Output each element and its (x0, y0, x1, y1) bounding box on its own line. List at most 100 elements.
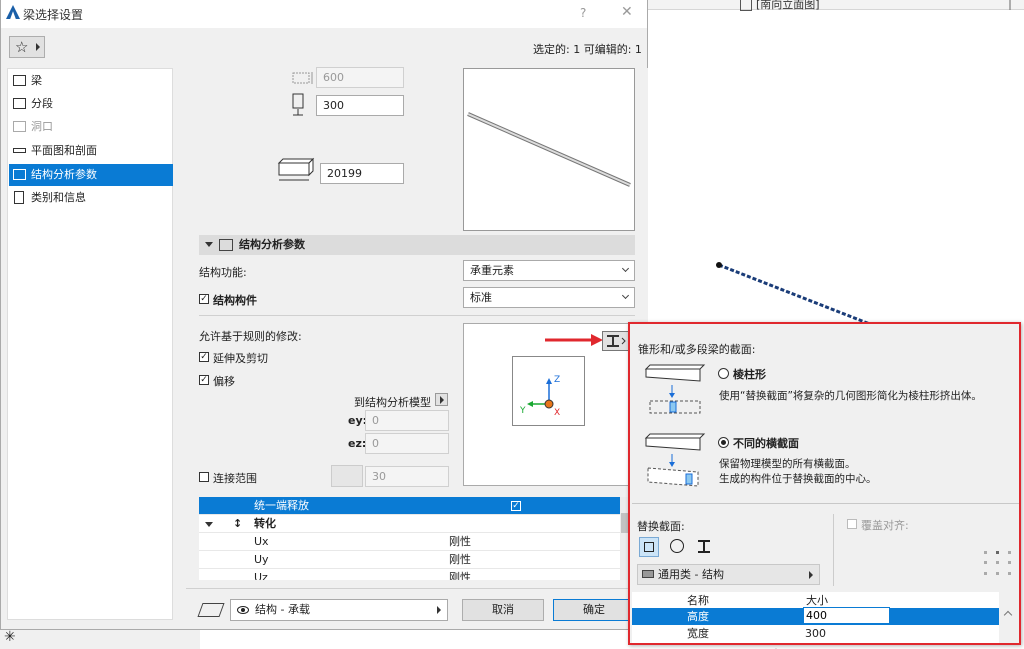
compass-icon: ✳ (4, 629, 16, 645)
selection-info: 选定的: 1 可编辑的: 1 (533, 43, 642, 56)
chevron-down-icon (621, 291, 630, 300)
to-model-label: 到结构分析模型 (354, 396, 431, 409)
connect-range-icon (331, 465, 363, 487)
struct-function-label: 结构功能: (199, 266, 247, 279)
option-varied-desc-2: 生成的构件位于替换截面的中心。 (719, 473, 877, 485)
option-prismatic-title: 棱柱形 (733, 368, 766, 381)
archicad-icon (6, 5, 20, 19)
unified-release-checkbox[interactable]: ✓ (511, 501, 521, 511)
i-shape-button[interactable] (695, 537, 715, 557)
ez-field[interactable]: 0 (365, 433, 449, 454)
offset-label: 偏移 (213, 375, 235, 388)
rectangle-icon (644, 542, 654, 552)
table-row[interactable]: 统一端释放 ✓ (199, 497, 620, 515)
beam-preview (463, 68, 635, 231)
divider (186, 588, 636, 589)
structural-analysis-icon (13, 169, 26, 180)
extend-trim-label: 延伸及剪切 (213, 352, 268, 365)
struct-function-value: 承重元素 (470, 264, 514, 277)
table-row[interactable]: Uy 刚性 (199, 551, 620, 569)
nav-item-segment[interactable]: 分段 (9, 93, 173, 115)
collapse-triangle-icon (205, 242, 213, 247)
eye-icon (237, 606, 249, 614)
favorites-button[interactable]: ☆ (9, 36, 45, 58)
help-button[interactable]: ? (580, 6, 586, 20)
close-button[interactable]: ✕ (621, 4, 633, 20)
nav-item-beam[interactable]: 梁 (9, 70, 173, 92)
divider (632, 503, 1019, 504)
x-axis-label: X (554, 408, 561, 418)
nav-item-label: 结构分析参数 (31, 168, 97, 181)
height-icon (292, 93, 304, 116)
to-model-button[interactable] (435, 393, 448, 406)
plan-section-icon (13, 148, 26, 153)
struct-function-select[interactable]: 承重元素 (463, 260, 635, 281)
table-row[interactable]: Uz 刚性 (199, 569, 620, 580)
beam-icon (13, 75, 26, 86)
row-name: 宽度 (687, 627, 709, 640)
nav-item-label: 类别和信息 (31, 191, 86, 204)
height-field[interactable]: 300 (316, 95, 404, 116)
table-row[interactable]: Ux 刚性 (199, 533, 620, 551)
settings-nav: 梁 分段 洞口 平面图和剖面 结构分析参数 类别和信息 (7, 68, 173, 620)
nav-item-category-info[interactable]: 类别和信息 (9, 187, 173, 209)
connect-range-checkbox[interactable] (199, 472, 209, 482)
layer-select[interactable]: 结构 - 承载 (230, 599, 448, 621)
prismatic-radio[interactable] (718, 368, 729, 379)
rules-label: 允许基于规则的修改: (199, 330, 302, 343)
varied-section-radio[interactable] (718, 437, 729, 448)
nav-item-plan-section[interactable]: 平面图和剖面 (9, 140, 173, 162)
struct-member-label: 结构构件 (213, 294, 257, 307)
connect-range-field[interactable]: 30 (365, 466, 449, 487)
section-header-structural[interactable]: 结构分析参数 (199, 235, 635, 255)
offset-checkbox[interactable]: ✓ (199, 375, 209, 385)
header-name: 名称 (687, 594, 709, 607)
circle-shape-button[interactable] (668, 537, 688, 557)
row-value: 刚性 (449, 571, 471, 580)
circle-icon (670, 539, 684, 553)
extend-trim-checkbox[interactable]: ✓ (199, 352, 209, 362)
i-beam-icon (698, 540, 710, 553)
struct-member-select[interactable]: 标准 (463, 287, 635, 308)
cross-section-button[interactable] (602, 331, 630, 351)
option-varied-title: 不同的横截面 (733, 437, 799, 450)
override-align-checkbox[interactable] (847, 519, 857, 529)
y-axis-label: Y (520, 406, 526, 416)
arrow-right-icon (437, 606, 441, 614)
row-name: Ux (254, 535, 269, 548)
row-value: 300 (805, 627, 826, 640)
i-beam-icon (607, 335, 626, 347)
height-value-input[interactable]: 400 (803, 607, 890, 624)
ok-button[interactable]: 确定 (553, 599, 635, 621)
structural-analysis-icon (219, 239, 233, 251)
nav-item-structural-analysis[interactable]: 结构分析参数 (9, 164, 173, 186)
rectangle-shape-button[interactable] (639, 537, 659, 557)
title-bar: 梁选择设置 ? ✕ (1, 0, 647, 28)
nav-item-label: 梁 (31, 74, 42, 87)
row-name: 转化 (254, 517, 276, 530)
row-value: 刚性 (449, 553, 471, 566)
dialog-title: 梁选择设置 (23, 8, 84, 22)
nav-item-label: 分段 (31, 97, 53, 110)
width-field[interactable]: 600 (316, 67, 404, 88)
profile-select[interactable]: 通用类 - 结构 (637, 564, 820, 585)
table-row[interactable]: ↕ 转化 (199, 515, 620, 533)
varied-section-icon (644, 433, 706, 487)
opening-icon (13, 121, 26, 132)
length-field[interactable]: 20199 (320, 163, 404, 184)
vertical-divider (833, 514, 834, 586)
nav-item-label: 洞口 (31, 120, 53, 133)
connect-range-label: 连接范围 (213, 472, 257, 485)
chevron-down-icon (621, 264, 630, 273)
layer-value: 结构 - 承载 (255, 603, 310, 616)
segment-icon (13, 98, 26, 109)
cancel-button[interactable]: 取消 (462, 599, 544, 621)
nav-item-opening[interactable]: 洞口 (9, 116, 173, 138)
alignment-grid-icon (984, 551, 1011, 575)
red-arrow-annotation (545, 334, 603, 346)
struct-member-checkbox[interactable]: ✓ (199, 294, 209, 304)
ey-field[interactable]: 0 (365, 410, 449, 431)
popup-table-scrollbar[interactable] (1001, 592, 1017, 643)
row-name: 高度 (687, 610, 709, 623)
table-row[interactable]: 宽度 300 (632, 625, 999, 642)
